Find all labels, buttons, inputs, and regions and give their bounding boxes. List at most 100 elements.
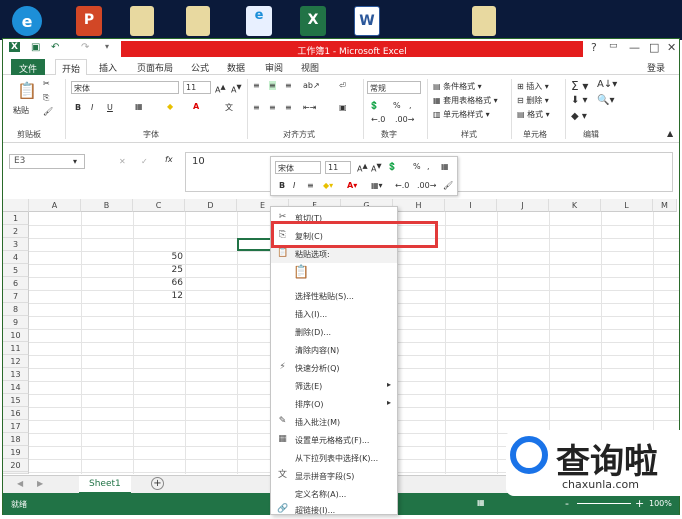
underline-button[interactable]: U bbox=[107, 103, 113, 112]
merge-icon[interactable]: ▣ bbox=[339, 103, 347, 112]
add-sheet-button[interactable]: + bbox=[151, 477, 164, 490]
mini-format-icon[interactable]: ▦ bbox=[441, 162, 449, 171]
row-header-15[interactable]: 15 bbox=[3, 394, 29, 407]
row-header-4[interactable]: 4 bbox=[3, 251, 29, 264]
undo-icon[interactable]: ↶ bbox=[51, 42, 59, 53]
folder-icon-3[interactable] bbox=[472, 6, 496, 36]
fill-icon[interactable]: ⬇ ▾ bbox=[571, 95, 588, 106]
tab-data[interactable]: 数据 bbox=[227, 61, 245, 74]
delete-cells-button[interactable]: ⊟ 删除 ▾ bbox=[517, 95, 549, 106]
column-header-b[interactable]: B bbox=[81, 199, 133, 212]
comma-icon[interactable]: , bbox=[409, 101, 412, 110]
tab-view[interactable]: 视图 bbox=[301, 61, 319, 74]
normal-view-icon[interactable]: ▦ bbox=[477, 498, 485, 507]
menu-item-insert-comment[interactable]: ✎ 插入批注(M) bbox=[271, 413, 397, 431]
column-header-j[interactable]: J bbox=[497, 199, 549, 212]
sheet-tab-sheet1[interactable]: Sheet1 bbox=[79, 476, 131, 494]
excel-icon[interactable]: X bbox=[300, 6, 326, 36]
column-header-k[interactable]: K bbox=[549, 199, 601, 212]
tab-home[interactable]: 开始 bbox=[55, 59, 88, 76]
enter-icon[interactable]: ✓ bbox=[141, 157, 148, 166]
decrease-decimal-icon[interactable]: .00→ bbox=[395, 115, 414, 124]
insert-cells-button[interactable]: ⊞ 插入 ▾ bbox=[517, 81, 549, 92]
autosum-icon[interactable]: Σ ▾ bbox=[571, 79, 588, 93]
align-center-icon[interactable]: ≡ bbox=[269, 103, 276, 112]
align-left-icon[interactable]: ≡ bbox=[253, 103, 260, 112]
column-header-c[interactable]: C bbox=[133, 199, 185, 212]
row-header-8[interactable]: 8 bbox=[3, 303, 29, 316]
menu-item-pick-from-list[interactable]: 从下拉列表中选择(K)... bbox=[271, 449, 397, 467]
menu-item-clear-contents[interactable]: 清除内容(N) bbox=[271, 341, 397, 359]
mini-grow-font-icon[interactable]: A▲ bbox=[357, 162, 368, 174]
menu-item-format-cells[interactable]: ▦ 设置单元格格式(F)... bbox=[271, 431, 397, 449]
select-all-corner[interactable] bbox=[3, 199, 29, 212]
customize-qat-icon[interactable]: ▾ bbox=[105, 42, 109, 51]
restore-button[interactable]: □ bbox=[649, 41, 659, 54]
cell-c5[interactable]: 25 bbox=[133, 265, 183, 275]
currency-icon[interactable]: 💲 bbox=[369, 101, 379, 110]
zoom-plus-button[interactable]: + bbox=[635, 497, 644, 510]
copy-icon[interactable]: ⎘ bbox=[43, 93, 49, 103]
tab-insert[interactable]: 插入 bbox=[99, 61, 117, 74]
font-name-select[interactable]: 宋体 bbox=[71, 81, 179, 94]
shrink-font-icon[interactable]: A▼ bbox=[231, 83, 242, 95]
border-icon[interactable]: ▦ bbox=[135, 102, 143, 111]
grow-font-icon[interactable]: A▲ bbox=[215, 83, 226, 95]
pdf-icon[interactable]: epdf bbox=[246, 6, 272, 46]
row-header-17[interactable]: 17 bbox=[3, 420, 29, 433]
menu-item-show-phonetic[interactable]: 文显示拼音字段(S) bbox=[271, 467, 397, 485]
insert-function-button[interactable]: fx bbox=[165, 155, 173, 164]
conditional-format-button[interactable]: ▤ 条件格式 ▾ bbox=[433, 81, 482, 92]
word-icon[interactable]: W bbox=[354, 6, 380, 36]
row-header-14[interactable]: 14 bbox=[3, 381, 29, 394]
mini-shrink-font-icon[interactable]: A▼ bbox=[371, 162, 382, 174]
powerpoint-icon[interactable]: P bbox=[76, 6, 102, 36]
row-header-1[interactable]: 1 bbox=[3, 212, 29, 225]
wrap-text-icon[interactable]: ⏎ bbox=[339, 81, 346, 90]
row-header-3[interactable]: 3 bbox=[3, 238, 29, 251]
mini-currency-icon[interactable]: 💲 bbox=[387, 162, 397, 171]
tab-review[interactable]: 审阅 bbox=[265, 61, 283, 74]
align-top-icon[interactable]: ≡ bbox=[253, 81, 260, 90]
column-header-l[interactable]: L bbox=[601, 199, 653, 212]
mini-comma-button[interactable]: , bbox=[427, 162, 430, 171]
login-link[interactable]: 登录 bbox=[647, 61, 665, 74]
row-header-21[interactable]: 21 bbox=[3, 472, 29, 474]
sort-filter-icon[interactable]: A↓▾ bbox=[597, 79, 617, 90]
font-color-icon[interactable]: A bbox=[193, 102, 199, 111]
zoom-slider[interactable] bbox=[577, 503, 631, 504]
clear-icon[interactable]: ◆ ▾ bbox=[571, 111, 587, 122]
format-cells-button[interactable]: ▤ 格式 ▾ bbox=[517, 109, 550, 120]
italic-button[interactable]: I bbox=[91, 103, 93, 112]
row-header-5[interactable]: 5 bbox=[3, 264, 29, 277]
align-middle-icon[interactable]: ≡ bbox=[269, 81, 276, 90]
collapse-ribbon-icon[interactable]: ▲ bbox=[667, 129, 673, 138]
row-header-20[interactable]: 20 bbox=[3, 459, 29, 472]
row-header-19[interactable]: 19 bbox=[3, 446, 29, 459]
bold-button[interactable]: B bbox=[75, 103, 81, 112]
paste-button[interactable]: 粘贴 bbox=[13, 105, 29, 116]
mini-percent-button[interactable]: % bbox=[413, 162, 421, 171]
menu-item-hyperlink[interactable]: 🔗 超链接(I)... bbox=[271, 501, 397, 519]
row-header-18[interactable]: 18 bbox=[3, 433, 29, 446]
percent-icon[interactable]: % bbox=[393, 101, 401, 110]
fill-color-icon[interactable]: ◆ bbox=[167, 102, 173, 111]
number-format-select[interactable]: 常规 bbox=[367, 81, 421, 94]
mini-font-size[interactable]: 11 bbox=[325, 161, 351, 174]
close-button[interactable]: ✕ bbox=[667, 41, 676, 54]
paste-option-button[interactable]: 📋 bbox=[271, 263, 397, 287]
increase-decimal-icon[interactable]: ←.0 bbox=[371, 115, 385, 124]
cancel-icon[interactable]: ✕ bbox=[119, 157, 126, 166]
align-right-icon[interactable]: ≡ bbox=[285, 103, 292, 112]
row-header-16[interactable]: 16 bbox=[3, 407, 29, 420]
zoom-minus-button[interactable]: - bbox=[565, 497, 569, 510]
row-header-10[interactable]: 10 bbox=[3, 329, 29, 342]
help-button[interactable]: ? bbox=[591, 41, 597, 54]
mini-align-button[interactable]: ≡ bbox=[307, 181, 314, 190]
menu-item-delete[interactable]: 删除(D)... bbox=[271, 323, 397, 341]
align-bottom-icon[interactable]: ≡ bbox=[285, 81, 292, 90]
cell-style-button[interactable]: ▥ 单元格样式 ▾ bbox=[433, 109, 490, 120]
name-box-dropdown-icon[interactable]: ▾ bbox=[73, 157, 77, 166]
prev-sheet-icon[interactable]: ◀ bbox=[17, 479, 23, 488]
row-header-2[interactable]: 2 bbox=[3, 225, 29, 238]
